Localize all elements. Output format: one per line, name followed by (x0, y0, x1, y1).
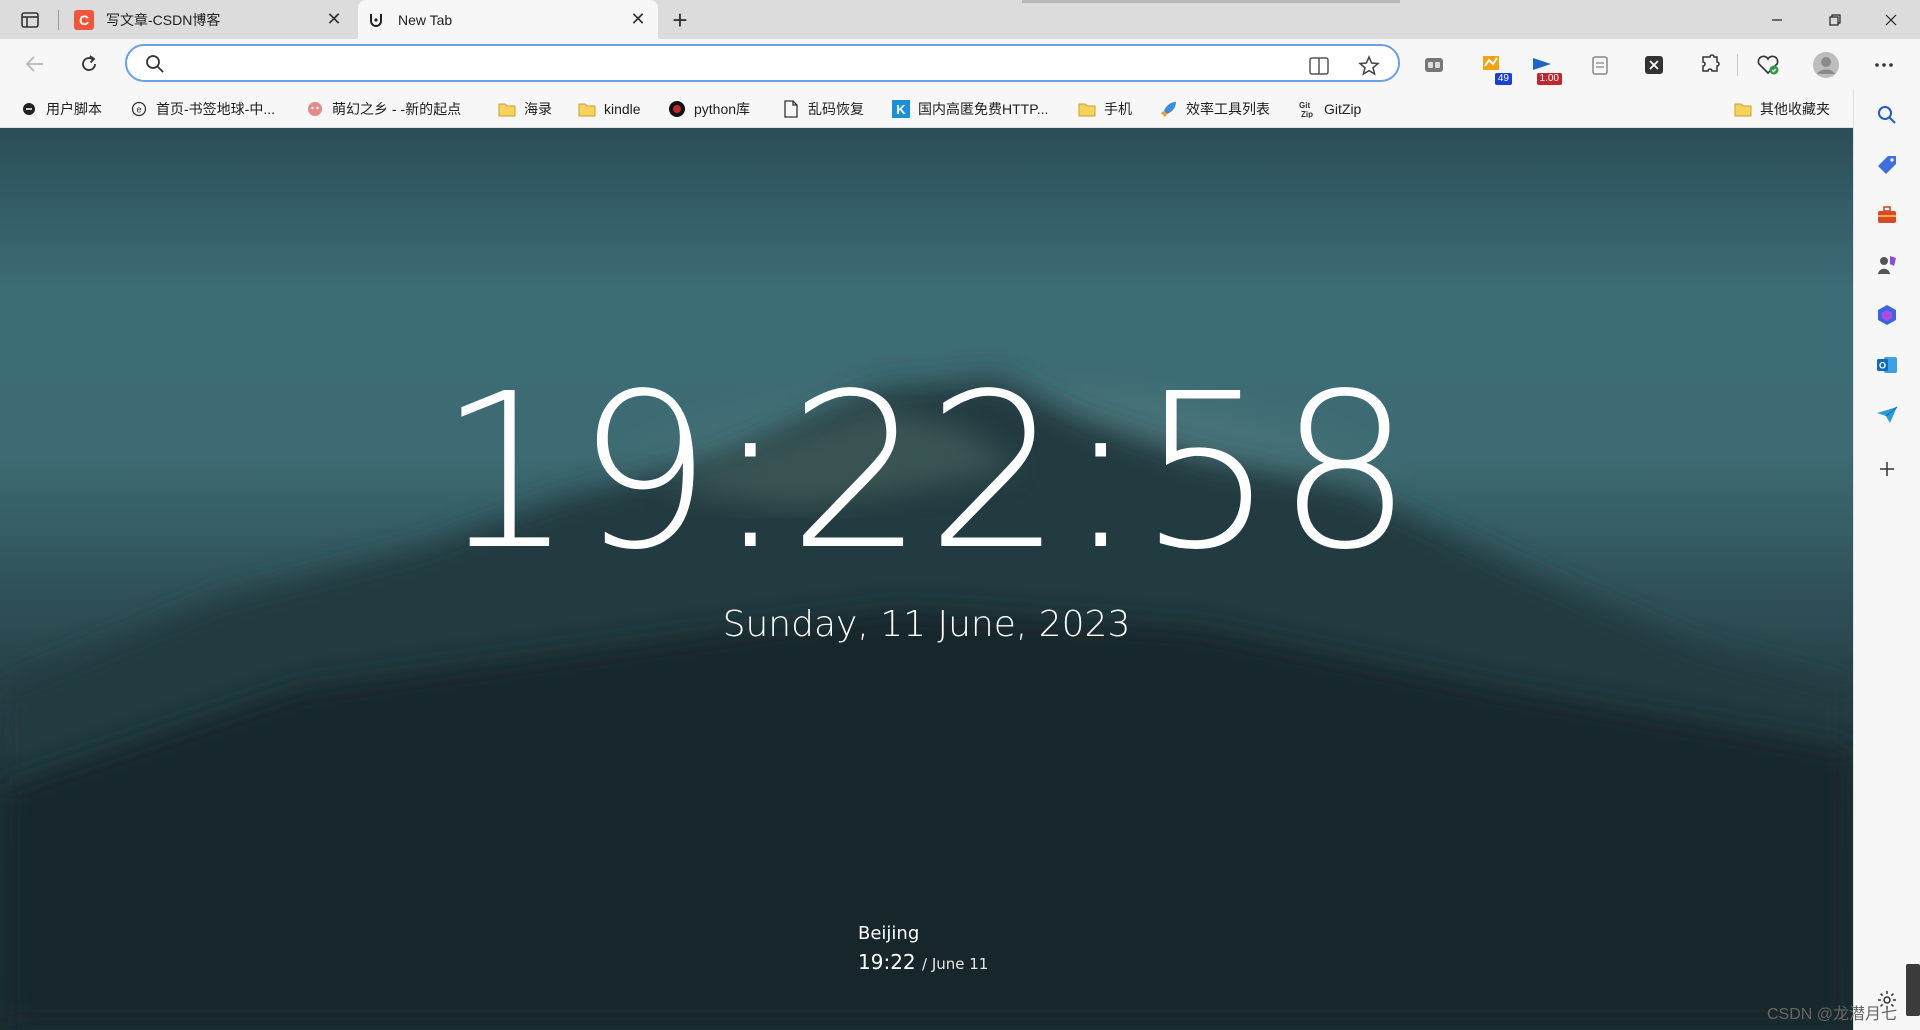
other-bookmarks-folder[interactable]: 其他收藏夹 (1734, 97, 1830, 121)
bookmark-item[interactable]: 用户脚本 (20, 97, 102, 121)
back-arrow-icon[interactable] (20, 49, 50, 79)
address-bar[interactable] (125, 44, 1400, 82)
office-icon[interactable] (1871, 299, 1903, 331)
extension-2-icon[interactable]: 49 (1478, 51, 1512, 85)
bookmark-item[interactable]: python库 (668, 97, 750, 121)
more-menu-icon[interactable] (1870, 51, 1898, 79)
search-icon (145, 54, 165, 74)
badge-count: 49 (1494, 73, 1512, 85)
clock-date: Sunday, 11 June, 2023 (722, 604, 1131, 645)
bookmark-folder[interactable]: 手机 (1078, 97, 1132, 121)
tab-new-tab[interactable]: New Tab ✕ (358, 0, 658, 39)
games-icon[interactable] (1871, 249, 1903, 281)
svg-text:K: K (896, 102, 906, 117)
new-tab-icon (366, 10, 386, 30)
extension-3-icon[interactable]: 1.00 (1528, 51, 1562, 85)
world-clock-city: Beijing (858, 923, 920, 944)
svg-text:Git: Git (1299, 101, 1310, 110)
address-input[interactable] (177, 52, 1277, 76)
site-icon: e (130, 100, 148, 118)
extension-1-icon[interactable] (1420, 51, 1448, 79)
rocket-icon (1160, 100, 1178, 118)
close-icon[interactable]: ✕ (624, 6, 652, 34)
toolbar: 49 1.00 (0, 39, 1920, 89)
world-clock: Beijing 19:22 / June 11 (858, 923, 988, 974)
folder-icon (578, 100, 596, 118)
svg-text:Zip: Zip (1301, 110, 1313, 118)
svg-text:e: e (136, 105, 141, 115)
bookmark-label: 乱码恢复 (808, 101, 864, 117)
drag-strip (1022, 0, 1400, 3)
new-tab-page: 19:22:58 Sunday, 11 June, 2023 Beijing 1… (0, 128, 1853, 1030)
folder-icon (1734, 100, 1752, 118)
site-icon (306, 100, 324, 118)
badge-count: 1.00 (1536, 73, 1562, 85)
bookmark-item[interactable]: 乱码恢复 (782, 97, 864, 121)
world-clock-time: 19:22 (858, 950, 916, 974)
clock-time: 19:22:58 (437, 348, 1416, 597)
right-sidebar: O (1853, 89, 1920, 1030)
gitzip-icon: Git Zip (1298, 100, 1316, 118)
tools-briefcase-icon[interactable] (1871, 199, 1903, 231)
send-icon[interactable] (1871, 399, 1903, 431)
split-screen-icon[interactable] (1307, 54, 1331, 78)
tab-separator (58, 10, 59, 30)
csdn-watermark: CSDN @龙潜月七 (1767, 1006, 1898, 1023)
bookmark-label: 萌幻之乡 - -新的起点 (332, 101, 462, 117)
bookmark-label: kindle (604, 101, 641, 117)
tab-csdn[interactable]: C 写文章-CSDN博客 ✕ (66, 0, 354, 39)
tab-actions-icon[interactable] (14, 8, 46, 32)
outlook-icon[interactable]: O (1871, 349, 1903, 381)
bookmark-label: 海录 (524, 101, 552, 117)
bookmark-label: 首页-书签地球-中... (156, 101, 275, 117)
bookmarks-bar: 用户脚本 e 首页-书签地球-中... 萌幻之乡 - -新的起点 海录 kind… (0, 89, 1853, 128)
sidebar-search-icon[interactable] (1871, 99, 1903, 131)
bookmark-item[interactable]: 效率工具列表 (1160, 97, 1270, 121)
page-icon (782, 100, 800, 118)
favorite-star-icon[interactable] (1357, 54, 1381, 78)
bookmark-label: 其他收藏夹 (1760, 101, 1830, 117)
profile-avatar-icon[interactable] (1812, 51, 1840, 79)
add-sidebar-app-icon[interactable] (1871, 453, 1903, 485)
csdn-icon: C (74, 9, 94, 30)
site-icon: K (892, 100, 910, 118)
scroll-handle[interactable] (1906, 964, 1920, 1016)
x-extension-icon[interactable] (1640, 51, 1668, 79)
bookmark-label: GitZip (1324, 101, 1362, 117)
bookmark-label: 效率工具列表 (1186, 101, 1270, 117)
bookmark-label: 手机 (1104, 101, 1132, 117)
svg-text:C: C (79, 12, 89, 28)
restore-icon[interactable] (1806, 0, 1864, 39)
bookmark-folder[interactable]: kindle (578, 97, 641, 121)
extensions-puzzle-icon[interactable] (1696, 51, 1724, 79)
browser-essentials-icon[interactable] (1754, 51, 1782, 79)
folder-icon (498, 100, 516, 118)
bookmark-item[interactable]: 萌幻之乡 - -新的起点 (306, 97, 461, 121)
toolbar-divider (1737, 54, 1738, 76)
bookmark-item[interactable]: e 首页-书签地球-中... (130, 97, 275, 121)
shopping-tag-icon[interactable] (1871, 149, 1903, 181)
new-tab-button[interactable]: + (664, 5, 696, 35)
bookmark-label: python库 (694, 101, 751, 117)
bookmark-item[interactable]: K 国内高匿免费HTTP... (892, 97, 1048, 121)
refresh-icon[interactable] (74, 49, 104, 79)
title-bar: C 写文章-CSDN博客 ✕ New Tab ✕ + (0, 0, 1920, 39)
close-window-icon[interactable] (1862, 0, 1920, 39)
bookmark-item[interactable]: Git Zip GitZip (1298, 97, 1361, 121)
svg-text:O: O (1879, 361, 1886, 371)
tab-title: 写文章-CSDN博客 (106, 11, 221, 28)
site-icon (668, 100, 686, 118)
bookmark-label: 国内高匿免费HTTP... (918, 101, 1049, 117)
close-icon[interactable]: ✕ (320, 6, 348, 34)
bookmark-folder[interactable]: 海录 (498, 97, 552, 121)
world-clock-date: / June 11 (922, 955, 989, 973)
script-icon (20, 100, 38, 118)
minimize-icon[interactable] (1748, 0, 1806, 39)
clipboard-icon[interactable] (1586, 51, 1614, 79)
tab-title: New Tab (398, 11, 453, 28)
folder-icon (1078, 100, 1096, 118)
bookmark-label: 用户脚本 (46, 101, 102, 117)
